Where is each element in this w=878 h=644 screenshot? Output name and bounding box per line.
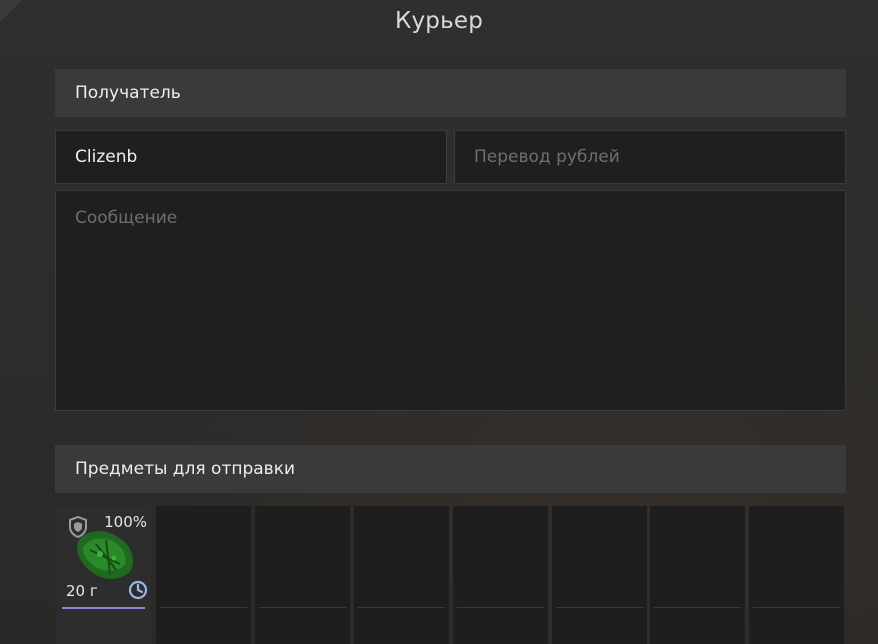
window-title: Курьер (394, 8, 484, 34)
slot-underline (358, 607, 445, 608)
ruble-transfer-input[interactable]: Перевод рублей (454, 130, 846, 184)
item-durability: 100% (104, 513, 147, 531)
slot-underline (259, 607, 346, 608)
recipient-name-input[interactable]: Clizenb (55, 130, 447, 184)
slot-underline (160, 607, 247, 608)
clock-icon (128, 580, 148, 600)
shield-icon (69, 516, 87, 538)
item-weight: 20 г (66, 582, 98, 600)
items-grid: 100% 20 г (55, 506, 846, 644)
recipient-header: Получатель (55, 69, 846, 117)
empty-item-slot[interactable] (748, 506, 844, 644)
slot-underline (753, 607, 840, 608)
empty-item-slot[interactable] (551, 506, 647, 644)
empty-item-slot[interactable] (649, 506, 745, 644)
courier-window: Курьер Получатель Clizenb Перевод рублей… (0, 0, 878, 644)
empty-item-slot[interactable] (353, 506, 449, 644)
item-slot[interactable]: 100% 20 г (55, 506, 151, 644)
message-textarea[interactable]: Сообщение (55, 190, 846, 411)
empty-item-slot[interactable] (254, 506, 350, 644)
slot-underline (457, 607, 544, 608)
slot-underline (556, 607, 643, 608)
empty-item-slot[interactable] (155, 506, 251, 644)
empty-item-slot[interactable] (452, 506, 548, 644)
slot-underline (62, 607, 145, 609)
slot-underline (654, 607, 741, 608)
items-header: Предметы для отправки (55, 445, 846, 493)
